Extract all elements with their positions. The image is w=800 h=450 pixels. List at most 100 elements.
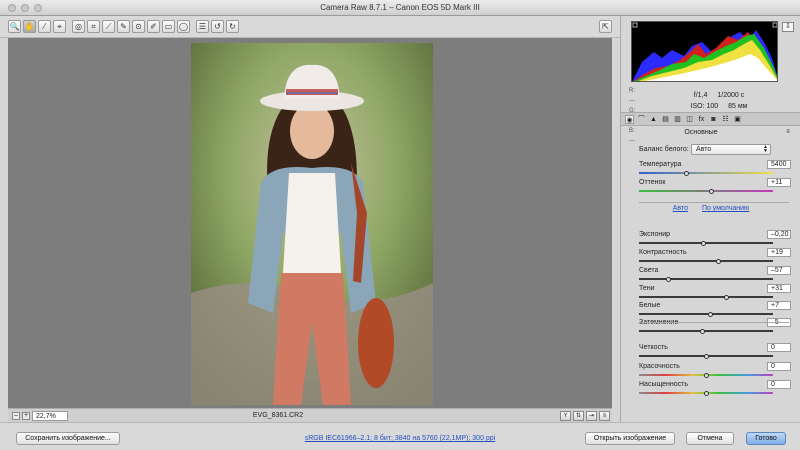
divider [639, 322, 789, 323]
fullscreen-icon[interactable]: ⇱ [599, 20, 612, 33]
histogram-graph [632, 22, 777, 81]
status-bar: – + 22,7% EVG_8361.CR2 Y ⇅ ⇥ ≡ [8, 408, 612, 422]
vibrance-slider[interactable]: Красочность 0 [639, 362, 791, 380]
exposure-value-field[interactable]: –0,20 [767, 230, 791, 239]
tab-lens-corrections[interactable]: ◫ [685, 115, 694, 124]
targeted-adjustment-tool-icon[interactable]: ◎ [72, 20, 85, 33]
tint-thumb[interactable] [709, 189, 715, 194]
exposure-thumb[interactable] [701, 241, 707, 246]
panel-menu-icon[interactable]: ≡ [784, 128, 792, 136]
tint-label: Оттенок [639, 179, 666, 186]
saturation-value-field[interactable]: 0 [767, 380, 791, 389]
aperture-value: f/1,4 [693, 92, 708, 99]
temperature-label: Температура [639, 161, 682, 168]
footer-bar: Сохранить изображение... sRGB IEC61966–2… [0, 422, 800, 450]
saturation-slider[interactable]: Насыщенность 0 [639, 380, 791, 398]
color-sampler-tool-icon[interactable]: ⌖ [53, 20, 66, 33]
preferences-tool-icon[interactable]: ☰ [196, 20, 209, 33]
tab-hsl[interactable]: ▤ [661, 115, 670, 124]
done-button[interactable]: Готово [746, 432, 786, 445]
white-balance-select[interactable]: Авто ▲ ▼ [691, 144, 771, 155]
iso-value: ISO: 100 [690, 103, 719, 110]
toggle-view-icon[interactable]: ≡ [599, 411, 610, 421]
swap-settings-icon[interactable]: ⇅ [573, 411, 584, 421]
tab-snapshots[interactable]: ▣ [733, 115, 742, 124]
spot-removal-tool-icon[interactable]: ✎ [117, 20, 130, 33]
before-after-icon[interactable]: Y [560, 411, 571, 421]
tab-basic[interactable]: ◉ [625, 115, 634, 124]
shadows-track[interactable] [639, 296, 773, 298]
graduated-filter-tool-icon[interactable]: ▭ [162, 20, 175, 33]
highlights-label: Света [639, 267, 659, 274]
shadows-value-field[interactable]: +31 [767, 284, 791, 293]
cancel-button[interactable]: Отмена [686, 432, 734, 445]
crop-tool-icon[interactable]: ⌗ [87, 20, 100, 33]
whites-value-field[interactable]: +7 [767, 301, 791, 310]
clarity-slider[interactable]: Четкость 0 [639, 343, 791, 361]
tab-camera-calibration[interactable]: ◙ [709, 115, 718, 124]
histogram [631, 21, 778, 82]
tab-effects[interactable]: fx [697, 115, 706, 124]
tint-value-field[interactable]: +11 [767, 178, 791, 187]
rotate-right-tool-icon[interactable]: ↻ [226, 20, 239, 33]
zoom-tool-icon[interactable]: 🔍 [8, 20, 21, 33]
adjustment-brush-tool-icon[interactable]: ✐ [147, 20, 160, 33]
auto-link[interactable]: Авто [673, 205, 688, 212]
clarity-value-field[interactable]: 0 [767, 343, 791, 352]
tab-detail[interactable]: ▲ [649, 115, 658, 124]
contrast-track[interactable] [639, 260, 773, 262]
whites-track[interactable] [639, 313, 773, 315]
straighten-tool-icon[interactable]: ⟋ [102, 20, 115, 33]
contrast-thumb[interactable] [716, 259, 722, 264]
minimize-window-button[interactable] [21, 4, 29, 12]
red-eye-tool-icon[interactable]: ⊙ [132, 20, 145, 33]
select-arrows-icon: ▲ ▼ [763, 144, 768, 154]
vibrance-value-field[interactable]: 0 [767, 362, 791, 371]
shadows-slider[interactable]: Тени +31 [639, 284, 791, 302]
save-settings-icon[interactable]: ⇩ [782, 22, 794, 32]
title-bar: Camera Raw 8.7.1 – Canon EOS 5D Mark III [0, 0, 800, 16]
focal-length-value: 85 мм [728, 103, 748, 110]
window-controls [8, 4, 42, 12]
highlights-track[interactable] [639, 278, 773, 280]
blacks-thumb[interactable] [699, 329, 705, 334]
section-title: Основные [684, 129, 718, 136]
vibrance-thumb[interactable] [704, 373, 709, 378]
copy-settings-icon[interactable]: ⇥ [586, 411, 597, 421]
highlights-slider[interactable]: Света –57 [639, 266, 791, 284]
temperature-track[interactable] [639, 172, 773, 174]
temperature-slider[interactable]: Температура 5400 [639, 160, 791, 178]
close-window-button[interactable] [8, 4, 16, 12]
workflow-options-link[interactable]: sRGB IEC61966–2.1; 8 бит; 3840 на 5760 (… [0, 435, 800, 442]
tint-slider[interactable]: Оттенок +11 [639, 178, 791, 196]
highlights-thumb[interactable] [666, 277, 672, 282]
clarity-thumb[interactable] [704, 354, 709, 359]
tab-split-toning[interactable]: ▥ [673, 115, 682, 124]
image-canvas[interactable] [8, 38, 612, 408]
tab-tone-curve[interactable]: ⌒ [637, 115, 646, 124]
temperature-thumb[interactable] [683, 171, 689, 176]
default-link[interactable]: По умолчанию [702, 205, 749, 212]
shadows-thumb[interactable] [724, 295, 730, 300]
blacks-slider[interactable]: Затемнение–5 [639, 318, 791, 336]
whites-thumb[interactable] [708, 312, 714, 317]
rotate-left-tool-icon[interactable]: ↺ [211, 20, 224, 33]
exposure-slider[interactable]: Экспонир –0,20 [639, 230, 791, 248]
tint-track[interactable] [639, 190, 773, 192]
r-label: R: [629, 88, 635, 94]
zoom-window-button[interactable] [34, 4, 42, 12]
tab-presets[interactable]: ☷ [721, 115, 730, 124]
contrast-slider[interactable]: Контрастность +19 [639, 248, 791, 266]
hand-tool-icon[interactable]: ✋ [23, 20, 36, 33]
temperature-value-field[interactable]: 5400 [767, 160, 791, 169]
r-value: --- [629, 98, 635, 104]
blacks-track[interactable] [639, 330, 773, 332]
portrait-image [191, 43, 433, 405]
white-balance-tool-icon[interactable]: ⁄ [38, 20, 51, 33]
highlights-value-field[interactable]: –57 [767, 266, 791, 275]
saturation-thumb[interactable] [704, 391, 709, 396]
radial-filter-tool-icon[interactable]: ◯ [177, 20, 190, 33]
open-image-button[interactable]: Открыть изображение [585, 432, 675, 445]
contrast-value-field[interactable]: +19 [767, 248, 791, 257]
whites-slider[interactable]: Белые +7 [639, 301, 791, 319]
